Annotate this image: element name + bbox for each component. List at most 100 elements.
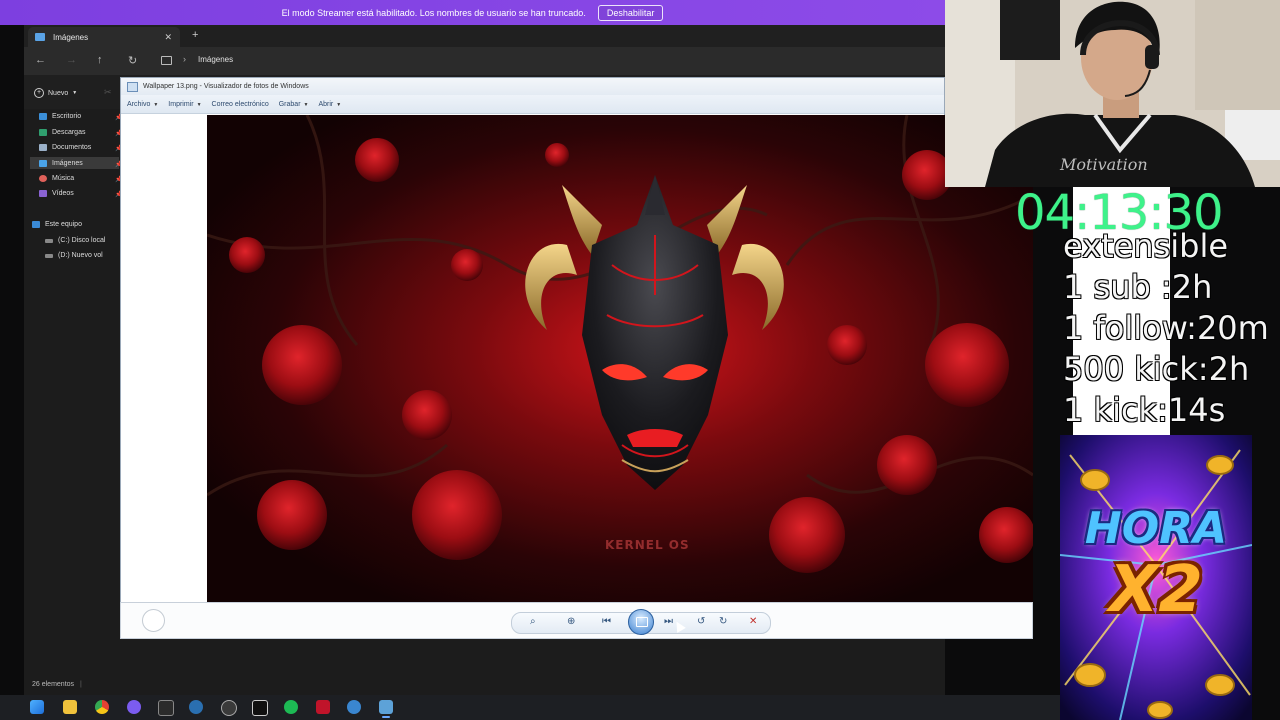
capcut-icon[interactable] [252, 700, 268, 716]
download-icon [39, 129, 47, 136]
sidebar-item-label: Imágenes [52, 159, 83, 167]
slideshow-icon[interactable] [628, 609, 654, 635]
plus-icon: + [34, 88, 44, 98]
webcam-feed: Motivation [945, 0, 1280, 187]
subathon-line: 1 kick:14s [1063, 391, 1226, 429]
sidebar-item-label: Documentos [52, 144, 92, 151]
desktop-icon [39, 113, 47, 120]
chevron-down-icon: ▼ [336, 101, 342, 108]
new-button[interactable]: + Nuevo ▼ [34, 88, 77, 98]
rotate-left-icon[interactable]: ↺ [697, 616, 705, 627]
previous-icon[interactable]: ⏮ [602, 616, 611, 627]
rotate-right-icon[interactable]: ↻ [719, 616, 727, 627]
chrome-icon[interactable] [95, 700, 109, 714]
chevron-down-icon: ▼ [72, 90, 78, 96]
explorer-sidebar: Escritorio 📌 Descargas 📌 Documentos 📌 Im… [24, 109, 122, 669]
sidebar-item-musica[interactable]: Música [39, 175, 74, 182]
menu-archivo[interactable]: Archivo ▼ [127, 101, 158, 108]
menu-correo[interactable]: Correo electrónico [212, 101, 269, 108]
steam-icon[interactable] [189, 700, 203, 714]
loading-indicator [142, 609, 165, 632]
chevron-down-icon: ▼ [196, 101, 202, 108]
spotify-icon[interactable] [284, 700, 298, 714]
forward-button[interactable]: → [66, 54, 77, 66]
menu-imprimir[interactable]: Imprimir ▼ [168, 101, 201, 108]
tab-imagenes[interactable]: Imágenes ✕ [28, 27, 180, 47]
webcam-person: Motivation [945, 0, 1280, 187]
active-app-indicator [382, 716, 390, 718]
menu-grabar[interactable]: Grabar ▼ [279, 101, 309, 108]
photo-viewer-icon [127, 81, 138, 92]
breadcrumb[interactable]: Imágenes [198, 55, 233, 64]
viewer-control-strip: ⌕ ⊕ ⏮ ⏭ ↺ ↻ ✕ [120, 602, 1033, 639]
windows-start-icon[interactable] [30, 700, 44, 714]
menu-abrir[interactable]: Abrir ▼ [318, 101, 341, 108]
sidebar-item-videos[interactable]: Vídeos [39, 190, 74, 197]
close-tab-icon[interactable]: ✕ [164, 32, 172, 43]
cut-icon[interactable]: ✂ [104, 87, 112, 98]
sidebar-item-drive-d[interactable]: (D:) Nuevo vol [45, 252, 103, 259]
sidebar-item-label: Vídeos [52, 190, 74, 197]
steam-icon-2[interactable] [347, 700, 361, 714]
status-bar: 26 elementos | [32, 681, 82, 688]
menu-label: Correo electrónico [211, 100, 269, 108]
viewer-controls: ⌕ ⊕ ⏮ ⏭ ↺ ↻ ✕ [511, 609, 771, 635]
sidebar-item-descargas[interactable]: Descargas [39, 129, 85, 136]
chevron-down-icon: ▼ [153, 101, 159, 108]
folder-icon [35, 33, 45, 41]
item-count: 26 elementos [32, 681, 75, 688]
sidebar-item-label: (D:) Nuevo vol [58, 252, 103, 259]
back-button[interactable]: ← [35, 54, 46, 66]
file-explorer-icon[interactable] [63, 700, 77, 714]
sidebar-item-escritorio[interactable]: Escritorio [39, 113, 81, 120]
sidebar-item-label: Música [52, 175, 75, 182]
subathon-line: extensible [1063, 227, 1229, 265]
sidebar-item-label: Escritorio [52, 113, 82, 120]
slideshow-frame [636, 617, 648, 627]
sidebar-item-label: Descargas [52, 129, 86, 136]
pictures-icon [39, 159, 47, 167]
epic-games-icon[interactable] [158, 700, 174, 716]
streamer-mode-message: El modo Streamer está habilitado. Los no… [281, 7, 586, 18]
obs-icon[interactable] [221, 700, 237, 716]
sidebar-item-label: (C:) Disco local [58, 237, 106, 244]
zoom-icon[interactable]: ⌕ [530, 616, 536, 627]
new-button-label: Nuevo [48, 89, 69, 97]
explorer-tabbar: Imágenes ✕ + [24, 25, 945, 47]
subathon-overlay: 04:13:30 extensible 1 sub :2h 1 follow:2… [1010, 185, 1280, 435]
up-button[interactable]: ↑ [97, 54, 103, 66]
viewer-menubar: Archivo ▼ Imprimir ▼ Correo electrónico Gr… [121, 95, 944, 114]
kick-icon[interactable] [316, 700, 330, 714]
streamer-mode-banner: El modo Streamer está habilitado. Los no… [0, 0, 945, 25]
mouse-cursor [672, 619, 686, 633]
explorer-navbar: ← → ↑ ↻ › Imágenes Be [24, 47, 948, 90]
subathon-line: 500 kick:2h [1063, 350, 1250, 388]
promo-line-hora: HORA [1084, 503, 1228, 554]
next-icon[interactable]: ⏭ [664, 616, 673, 627]
new-tab-button[interactable]: + [192, 29, 198, 41]
hora-x2-promo: HORA X2 [1060, 435, 1252, 720]
sidebar-item-documentos[interactable]: Documentos [39, 144, 91, 151]
menu-label: Abrir [318, 100, 334, 108]
menu-label: Imprimir [168, 100, 194, 108]
refresh-button[interactable]: ↻ [128, 54, 137, 67]
sidebar-item-imagenes[interactable]: Imágenes [30, 157, 119, 169]
sidebar-item-drive-c[interactable]: (C:) Disco local [45, 237, 105, 244]
disable-streamer-mode-button[interactable]: Deshabilitar [597, 4, 664, 21]
chevron-down-icon: ▼ [303, 101, 309, 108]
fit-icon[interactable]: ⊕ [567, 616, 575, 627]
delete-icon[interactable]: ✕ [749, 616, 757, 627]
oni-mask-artwork [207, 115, 1033, 602]
breadcrumb-separator: › [183, 54, 186, 64]
viewer-title: Wallpaper 13.png - Visualizador de fotos… [143, 83, 309, 90]
video-icon [39, 190, 47, 197]
document-icon [39, 144, 47, 151]
menu-label: Archivo [127, 100, 151, 108]
subathon-line: 1 sub :2h [1063, 268, 1213, 306]
tab-title: Imágenes [53, 32, 89, 42]
photos-icon[interactable] [379, 700, 393, 714]
svg-text:Motivation: Motivation [1059, 155, 1148, 174]
discord-icon[interactable] [127, 700, 141, 714]
taskbar [0, 695, 1060, 720]
sidebar-item-este-equipo[interactable]: Este equipo [32, 221, 82, 228]
